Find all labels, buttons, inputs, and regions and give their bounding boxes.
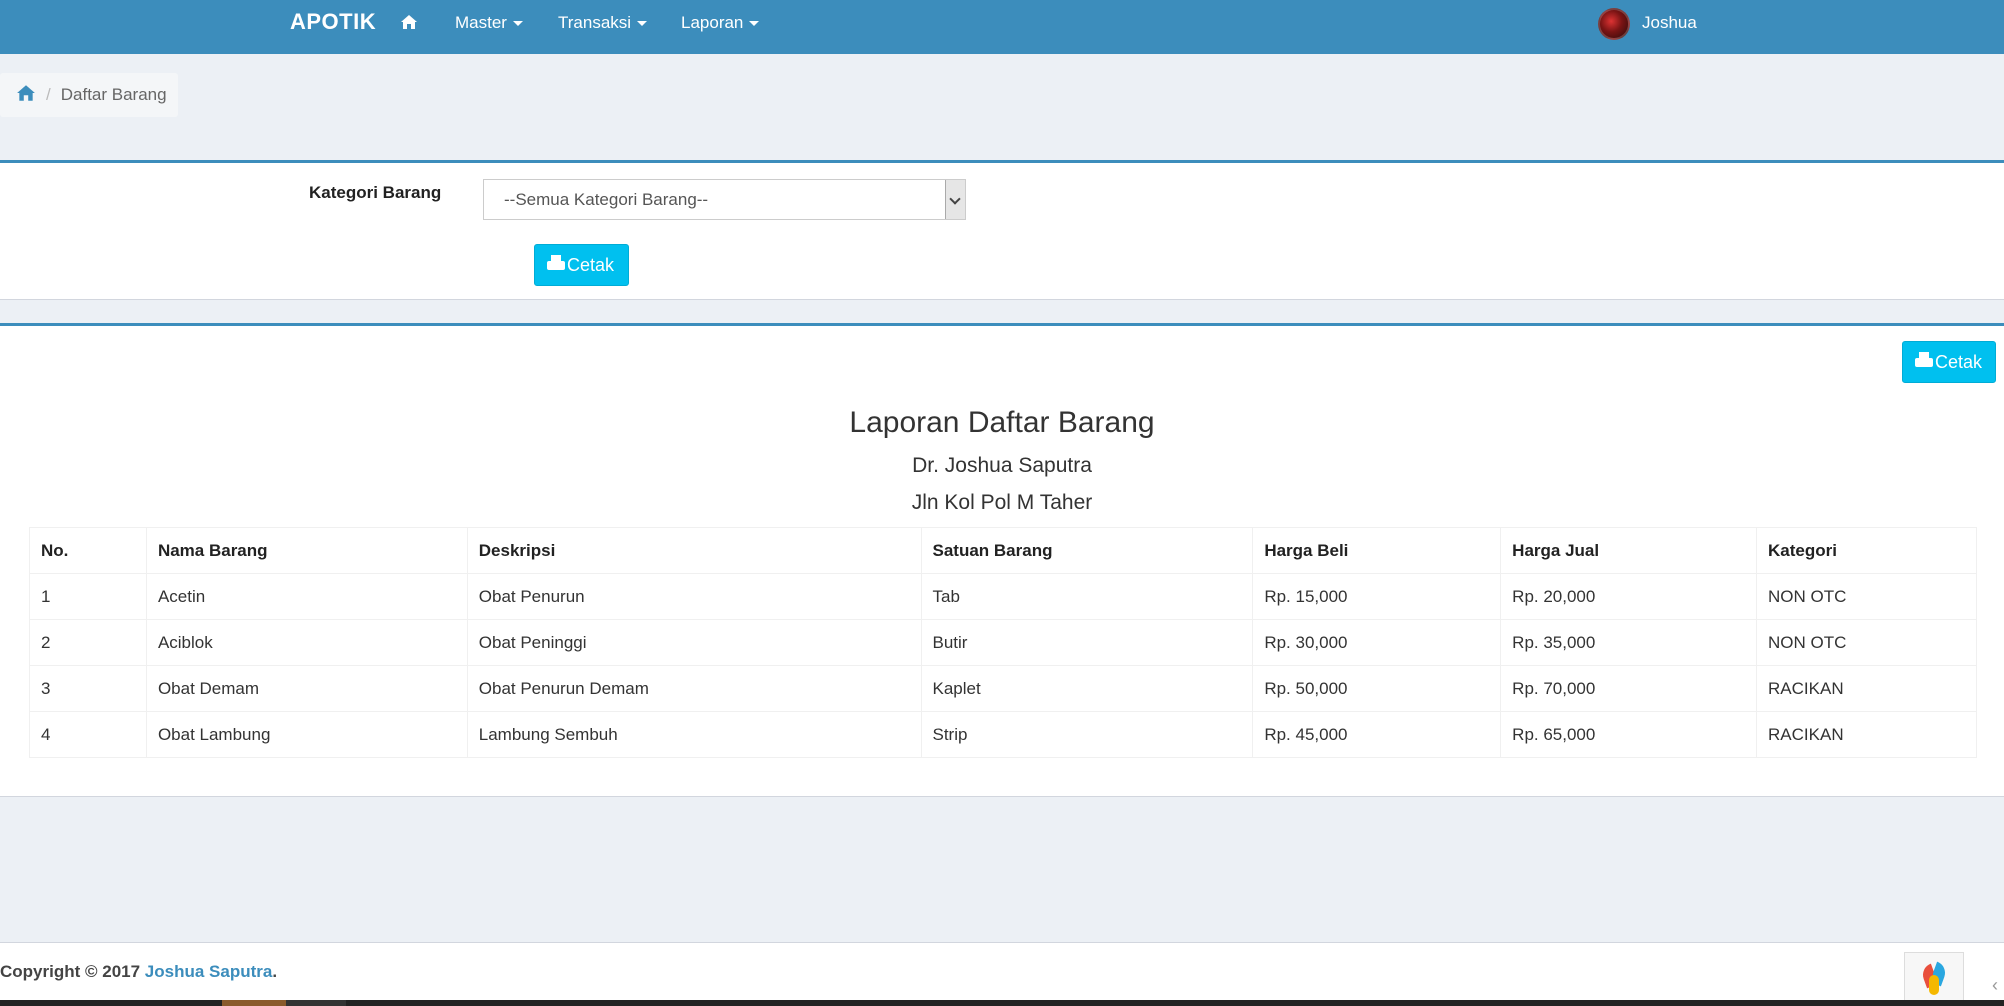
chevron-down-icon (749, 21, 760, 27)
cell-deskripsi: Obat Penurun Demam (466, 665, 922, 712)
home-icon[interactable] (16, 75, 36, 119)
cell-harga-jual: Rp. 35,000 (1500, 619, 1758, 666)
chevron-left-icon[interactable]: ‹ (1992, 975, 1998, 996)
cetak-report-label: Cetak (1935, 352, 1983, 372)
column-header-nama-barang: Nama Barang (145, 527, 468, 574)
cell-nama-barang: Acetin (145, 573, 468, 620)
report-box: Cetak Laporan Daftar Barang Dr. Joshua S… (0, 323, 2004, 797)
cell-kategori: RACIKAN (1756, 711, 1977, 758)
table-row: 3 Obat Demam Obat Penurun Demam Kaplet R… (29, 665, 1977, 712)
yii-debug-toolbar-icon[interactable] (1904, 952, 1964, 1002)
column-header-kategori: Kategori (1756, 527, 1977, 574)
chevron-down-icon (637, 21, 648, 27)
nav-laporan-dropdown[interactable]: Laporan (681, 0, 760, 46)
footer-copyright: Copyright © 2017 (0, 962, 145, 981)
brand-logo[interactable]: APOTIK (290, 0, 376, 44)
cetak-filter-label: Cetak (567, 255, 615, 275)
print-icon (1915, 352, 1933, 369)
cell-nama-barang: Aciblok (145, 619, 468, 666)
taskbar-strip (0, 1000, 2004, 1006)
kategori-select-value: --Semua Kategori Barang-- (504, 190, 709, 209)
column-header-no: No. (29, 527, 147, 574)
cetak-filter-button[interactable]: Cetak (534, 244, 629, 286)
cell-no: 2 (29, 619, 147, 666)
table-row: 2 Aciblok Obat Peninggi Butir Rp. 30,000… (29, 619, 1977, 666)
cell-no: 1 (29, 573, 147, 620)
cell-deskripsi: Obat Peninggi (466, 619, 922, 666)
cell-harga-beli: Rp. 30,000 (1252, 619, 1502, 666)
footer: Copyright © 2017 Joshua Saputra. (0, 942, 2004, 1000)
breadcrumb: / Daftar Barang (0, 73, 178, 117)
cell-deskripsi: Obat Penurun (466, 573, 922, 620)
nav-master-dropdown[interactable]: Master (455, 0, 523, 46)
nav-transaksi-dropdown[interactable]: Transaksi (558, 0, 648, 46)
cell-harga-beli: Rp. 50,000 (1252, 665, 1502, 712)
cell-harga-jual: Rp. 20,000 (1500, 573, 1758, 620)
table-header-row: No. Nama Barang Deskripsi Satuan Barang … (29, 527, 1977, 574)
cell-kategori: NON OTC (1756, 619, 1977, 666)
cell-harga-beli: Rp. 45,000 (1252, 711, 1502, 758)
chevron-down-icon[interactable] (945, 180, 965, 219)
cell-no: 3 (29, 665, 147, 712)
report-subtitle: Dr. Joshua Saputra (912, 454, 1092, 477)
nav-transaksi-label: Transaksi (558, 13, 632, 32)
home-icon[interactable] (400, 0, 418, 46)
report-address: Jln Kol Pol M Taher (911, 491, 1093, 514)
nav-laporan-label: Laporan (681, 13, 744, 32)
column-header-deskripsi: Deskripsi (466, 527, 922, 574)
chevron-down-icon (512, 21, 523, 27)
breadcrumb-current: Daftar Barang (60, 85, 167, 104)
cell-satuan-barang: Kaplet (920, 665, 1254, 712)
print-icon (547, 255, 565, 272)
cell-kategori: RACIKAN (1756, 665, 1977, 712)
cell-harga-jual: Rp. 70,000 (1500, 665, 1758, 712)
top-navbar: APOTIK Master Transaksi Laporan Joshua (0, 0, 2004, 54)
nav-master-label: Master (455, 13, 507, 32)
cell-harga-beli: Rp. 15,000 (1252, 573, 1502, 620)
report-title: Laporan Daftar Barang (849, 406, 1155, 439)
cell-kategori: NON OTC (1756, 573, 1977, 620)
cetak-report-button[interactable]: Cetak (1902, 341, 1996, 383)
cell-no: 4 (29, 711, 147, 758)
table-row: 1 Acetin Obat Penurun Tab Rp. 15,000 Rp.… (29, 573, 1977, 620)
avatar (1598, 7, 1630, 40)
filter-box: Kategori Barang --Semua Kategori Barang-… (0, 160, 2004, 300)
cell-satuan-barang: Butir (920, 619, 1254, 666)
breadcrumb-separator: / (46, 85, 51, 104)
user-menu[interactable]: Joshua (1598, 0, 1697, 46)
footer-suffix: . (272, 962, 278, 981)
column-header-harga-jual: Harga Jual (1500, 527, 1758, 574)
cell-satuan-barang: Tab (920, 573, 1254, 620)
barang-table: No. Nama Barang Deskripsi Satuan Barang … (29, 527, 1977, 758)
footer-author-link[interactable]: Joshua Saputra (145, 962, 273, 981)
column-header-harga-beli: Harga Beli (1252, 527, 1502, 574)
cell-nama-barang: Obat Demam (145, 665, 468, 712)
user-name: Joshua (1642, 13, 1697, 32)
cell-harga-jual: Rp. 65,000 (1500, 711, 1758, 758)
cell-nama-barang: Obat Lambung (145, 711, 468, 758)
cell-satuan-barang: Strip (920, 711, 1254, 758)
column-header-satuan-barang: Satuan Barang (920, 527, 1254, 574)
cell-deskripsi: Lambung Sembuh (466, 711, 922, 758)
kategori-barang-label: Kategori Barang (309, 183, 442, 202)
kategori-barang-select[interactable]: --Semua Kategori Barang-- (483, 179, 966, 220)
table-row: 4 Obat Lambung Lambung Sembuh Strip Rp. … (29, 711, 1977, 758)
